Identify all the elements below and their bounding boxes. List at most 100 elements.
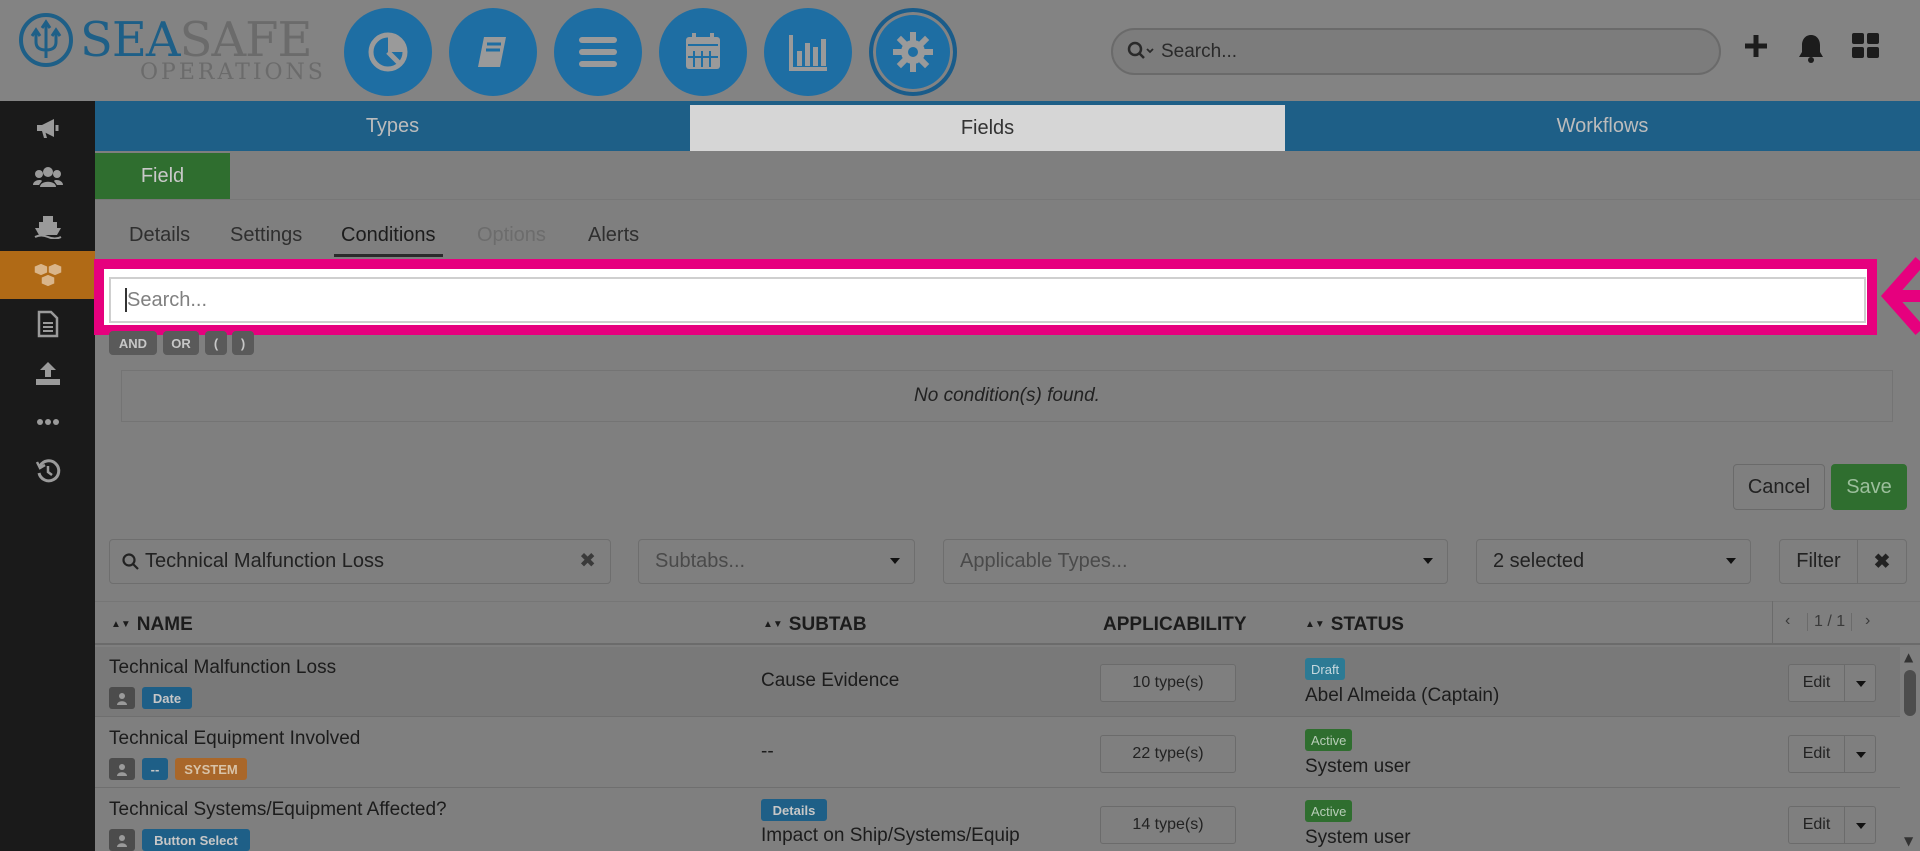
sidebar-item-announcements[interactable] [0,104,95,152]
more-icon [36,419,59,425]
calendar-nav-button[interactable] [659,8,747,96]
save-button[interactable]: Save [1831,464,1907,510]
next-page-icon[interactable]: › [1865,612,1870,630]
boxes-icon [32,262,63,288]
condition-search-input[interactable] [109,277,1866,323]
sidebar-item-upload[interactable] [0,349,95,397]
scroll-up-icon[interactable]: ▲ [1904,650,1913,664]
column-name-label: NAME [136,614,193,635]
global-search-input[interactable] [1161,38,1681,66]
brand-subtitle: OPERATIONS [140,60,326,85]
edit-button[interactable]: Edit [1788,664,1844,702]
book-icon [478,37,506,67]
sidebar-item-documents[interactable] [0,300,95,348]
pointer-arrow-icon [1880,257,1920,335]
and-operator-button[interactable]: AND [109,331,157,355]
sort-icon: ▲▼ [111,619,131,630]
status-filter-value: 2 selected [1493,550,1585,572]
clear-search-icon[interactable]: ✖ [579,548,596,573]
search-icon [1127,41,1157,65]
subtab-settings[interactable]: Settings [230,224,302,247]
applicability-button[interactable]: 10 type(s) [1100,664,1236,702]
table-pager: ‹ 1 / 1 › [1772,601,1884,643]
edit-dropdown-toggle[interactable] [1844,806,1876,844]
subtab-alerts[interactable]: Alerts [588,224,639,247]
applicable-types-filter-select[interactable]: Applicable Types... [943,539,1448,584]
text-cursor [125,288,127,312]
applicability-button[interactable]: 14 type(s) [1100,806,1236,844]
sidebar-item-vessels[interactable] [0,202,95,250]
scroll-thumb[interactable] [1904,670,1916,716]
sidebar-item-users[interactable] [0,153,95,201]
table-row[interactable]: Technical Systems/Equipment Affected? Bu… [95,789,1900,851]
calendar-icon [686,33,720,69]
tab-bar: Types Fields Workflows [95,101,1920,151]
edit-button[interactable]: Edit [1788,806,1844,844]
prev-page-icon[interactable]: ‹ [1785,612,1790,630]
trident-logo-icon [19,13,73,67]
plus-icon[interactable] [1742,32,1770,64]
brand-name: SEASAFE [80,16,312,64]
subtab-conditions[interactable]: Conditions [341,224,436,247]
field-type-badge: -- [142,758,168,780]
field-button[interactable]: Field [95,153,230,199]
edit-button[interactable]: Edit [1788,735,1844,773]
filter-button[interactable]: Filter [1779,539,1858,584]
seasafe-logo[interactable]: SEASAFE OPERATIONS [18,12,323,84]
column-header-subtab[interactable]: ▲▼ SUBTAB [763,614,867,636]
edit-dropdown-toggle[interactable] [1844,735,1876,773]
reports-nav-button[interactable] [764,8,852,96]
tab-workflows[interactable]: Workflows [1285,101,1920,151]
scroll-down-icon[interactable]: ▼ [1904,834,1913,848]
bell-icon[interactable] [1796,32,1826,68]
table-scrollbar[interactable]: ▲ ▼ [1900,648,1920,851]
applicable-types-placeholder: Applicable Types... [960,550,1128,572]
gear-icon [893,32,933,72]
subtab-options: Options [477,224,546,246]
global-search[interactable] [1111,28,1721,75]
subtabs-filter-placeholder: Subtabs... [655,550,746,572]
subtabs-filter-select[interactable]: Subtabs... [638,539,915,584]
status-filter-select[interactable]: 2 selected [1476,539,1751,584]
cancel-button[interactable]: Cancel [1733,464,1825,510]
sidebar-item-configuration[interactable] [0,251,95,299]
list-nav-button[interactable] [554,8,642,96]
tab-fields[interactable]: Fields [690,105,1285,151]
column-header-name[interactable]: ▲▼ NAME [111,614,193,636]
or-operator-button[interactable]: OR [163,331,199,355]
row-subtab: Impact on Ship/Systems/Equip [761,825,1020,846]
chevron-down-icon [890,558,900,564]
table-row[interactable]: Technical Malfunction Loss Date Cause Ev… [95,647,1900,717]
reset-filter-icon[interactable]: ✖ [1857,539,1907,584]
field-search-value: Technical Malfunction Loss [145,550,385,572]
column-header-status[interactable]: ▲▼ STATUS [1305,614,1404,636]
close-paren-button[interactable]: ) [232,331,254,355]
row-name: Technical Equipment Involved [109,728,361,749]
edit-dropdown-toggle[interactable] [1844,664,1876,702]
tab-types[interactable]: Types [95,101,690,151]
status-user: Abel Almeida (Captain) [1305,685,1500,706]
open-paren-button[interactable]: ( [205,331,227,355]
left-sidebar [0,101,95,851]
column-status-label: STATUS [1330,614,1404,635]
ship-icon [34,216,61,239]
grid-apps-icon[interactable] [1851,32,1881,64]
logbook-nav-button[interactable] [449,8,537,96]
applicability-button[interactable]: 22 type(s) [1100,735,1236,773]
top-header: SEASAFE OPERATIONS [0,0,1920,101]
field-type-badge: Date [142,687,192,709]
search-icon [122,553,139,570]
status-badge: Active [1305,729,1353,751]
field-search-filter[interactable]: Technical Malfunction Loss ✖ [109,539,611,584]
sidebar-item-history[interactable] [0,447,95,495]
conditions-empty-state: No condition(s) found. [121,370,1893,422]
row-name: Technical Systems/Equipment Affected? [109,799,447,820]
dashboard-nav-button[interactable] [344,8,432,96]
sidebar-item-more[interactable] [0,398,95,446]
active-subtab-indicator [334,254,443,257]
subtab-details[interactable]: Details [129,224,190,247]
sort-icon: ▲▼ [1305,619,1325,630]
subtab-badge: Details [761,799,827,821]
settings-nav-button[interactable] [869,8,957,96]
table-row[interactable]: Technical Equipment Involved -- SYSTEM -… [95,718,1900,788]
